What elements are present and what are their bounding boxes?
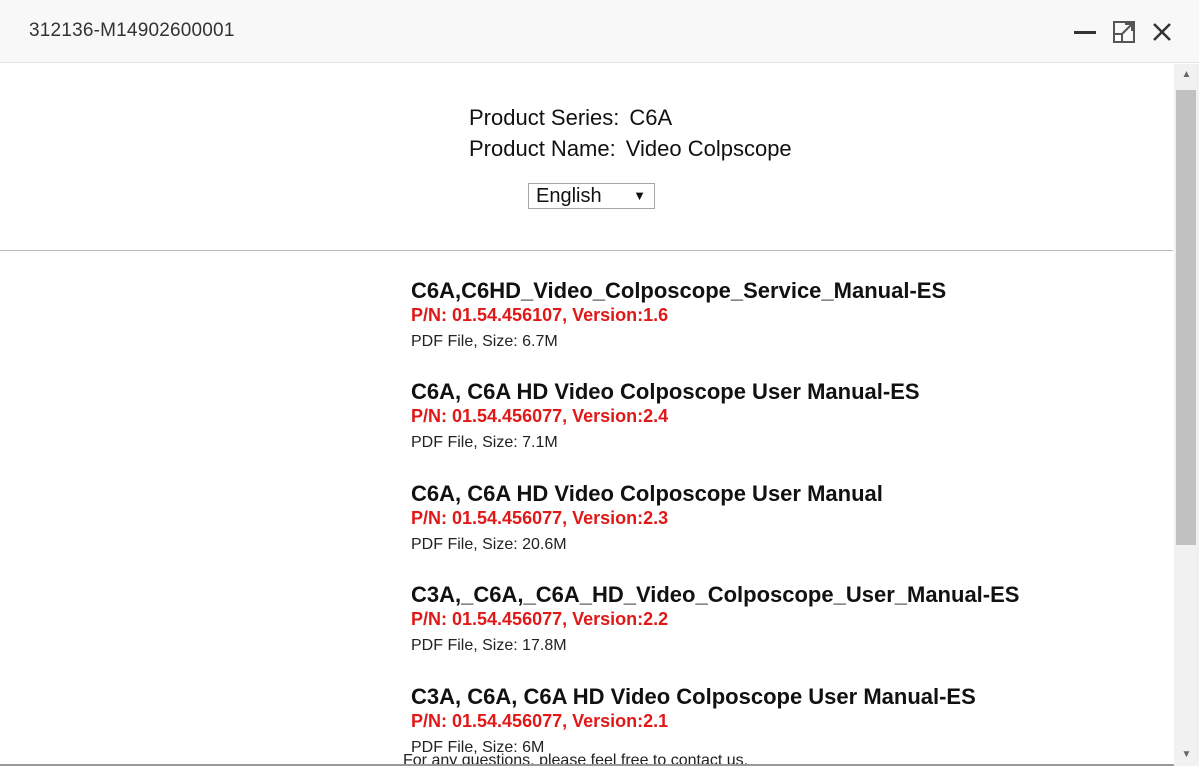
document-file-info: PDF File, Size: 17.8M [411,637,567,654]
document-item[interactable]: C3A,_C6A,_C6A_HD_Video_Colposcope_User_M… [411,582,1019,656]
document-part-number: P/N: 01.54.456077, Version:2.1 [411,711,669,731]
document-title-link[interactable]: C6A, C6A HD Video Colposcope User Manual… [411,379,920,405]
language-select[interactable]: English ▼ [528,183,655,209]
document-part-number: P/N: 01.54.456077, Version:2.3 [411,508,669,528]
product-series-label: Product Series: [469,105,620,130]
product-name-row: Product Name: Video Colpscope [469,133,792,164]
product-info: Product Series: C6A Product Name: Video Co… [469,102,792,164]
document-item[interactable]: C3A, C6A, C6A HD Video Colposcope User M… [411,684,976,758]
document-file-info: PDF File, Size: 20.6M [411,536,567,553]
product-name-value: Video Colpscope [625,136,792,161]
close-icon [1153,23,1171,41]
document-title-link[interactable]: C6A,C6HD_Video_Colposcope_Service_Manual… [411,278,946,304]
minimize-button[interactable] [1073,18,1099,46]
scroll-up-arrow-icon[interactable]: ▲ [1174,64,1199,86]
document-title-link[interactable]: C6A, C6A HD Video Colposcope User Manual [411,481,883,507]
window-title: 312136-M14902600001 [29,20,235,41]
language-selected-value: English [536,185,602,207]
divider [0,250,1173,251]
product-name-label: Product Name: [469,136,616,161]
document-item[interactable]: C6A,C6HD_Video_Colposcope_Service_Manual… [411,278,946,352]
expand-icon [1113,21,1135,43]
dropdown-arrow-icon: ▼ [633,188,646,203]
document-item[interactable]: C6A, C6A HD Video Colposcope User Manual… [411,481,883,555]
window-titlebar: 312136-M14902600001 [0,0,1199,63]
content-area: Product Series: C6A Product Name: Video Co… [0,64,1174,766]
product-series-row: Product Series: C6A [469,102,792,133]
minimize-icon [1074,31,1096,34]
document-part-number: P/N: 01.54.456077, Version:2.2 [411,609,669,629]
scrollbar-thumb[interactable] [1176,90,1196,545]
document-part-number: P/N: 01.54.456107, Version:1.6 [411,305,669,325]
document-file-info: PDF File, Size: 7.1M [411,434,558,451]
scroll-down-arrow-icon[interactable]: ▼ [1174,744,1199,766]
document-item[interactable]: C6A, C6A HD Video Colposcope User Manual… [411,379,920,453]
document-title-link[interactable]: C3A, C6A, C6A HD Video Colposcope User M… [411,684,976,710]
document-title-link[interactable]: C3A,_C6A,_C6A_HD_Video_Colposcope_User_M… [411,582,1019,608]
maximize-button[interactable] [1111,18,1137,46]
vertical-scrollbar[interactable]: ▲ ▼ [1174,64,1199,766]
close-button[interactable] [1150,18,1176,46]
document-file-info: PDF File, Size: 6.7M [411,333,558,350]
product-series-value: C6A [629,105,673,130]
document-part-number: P/N: 01.54.456077, Version:2.4 [411,406,669,426]
